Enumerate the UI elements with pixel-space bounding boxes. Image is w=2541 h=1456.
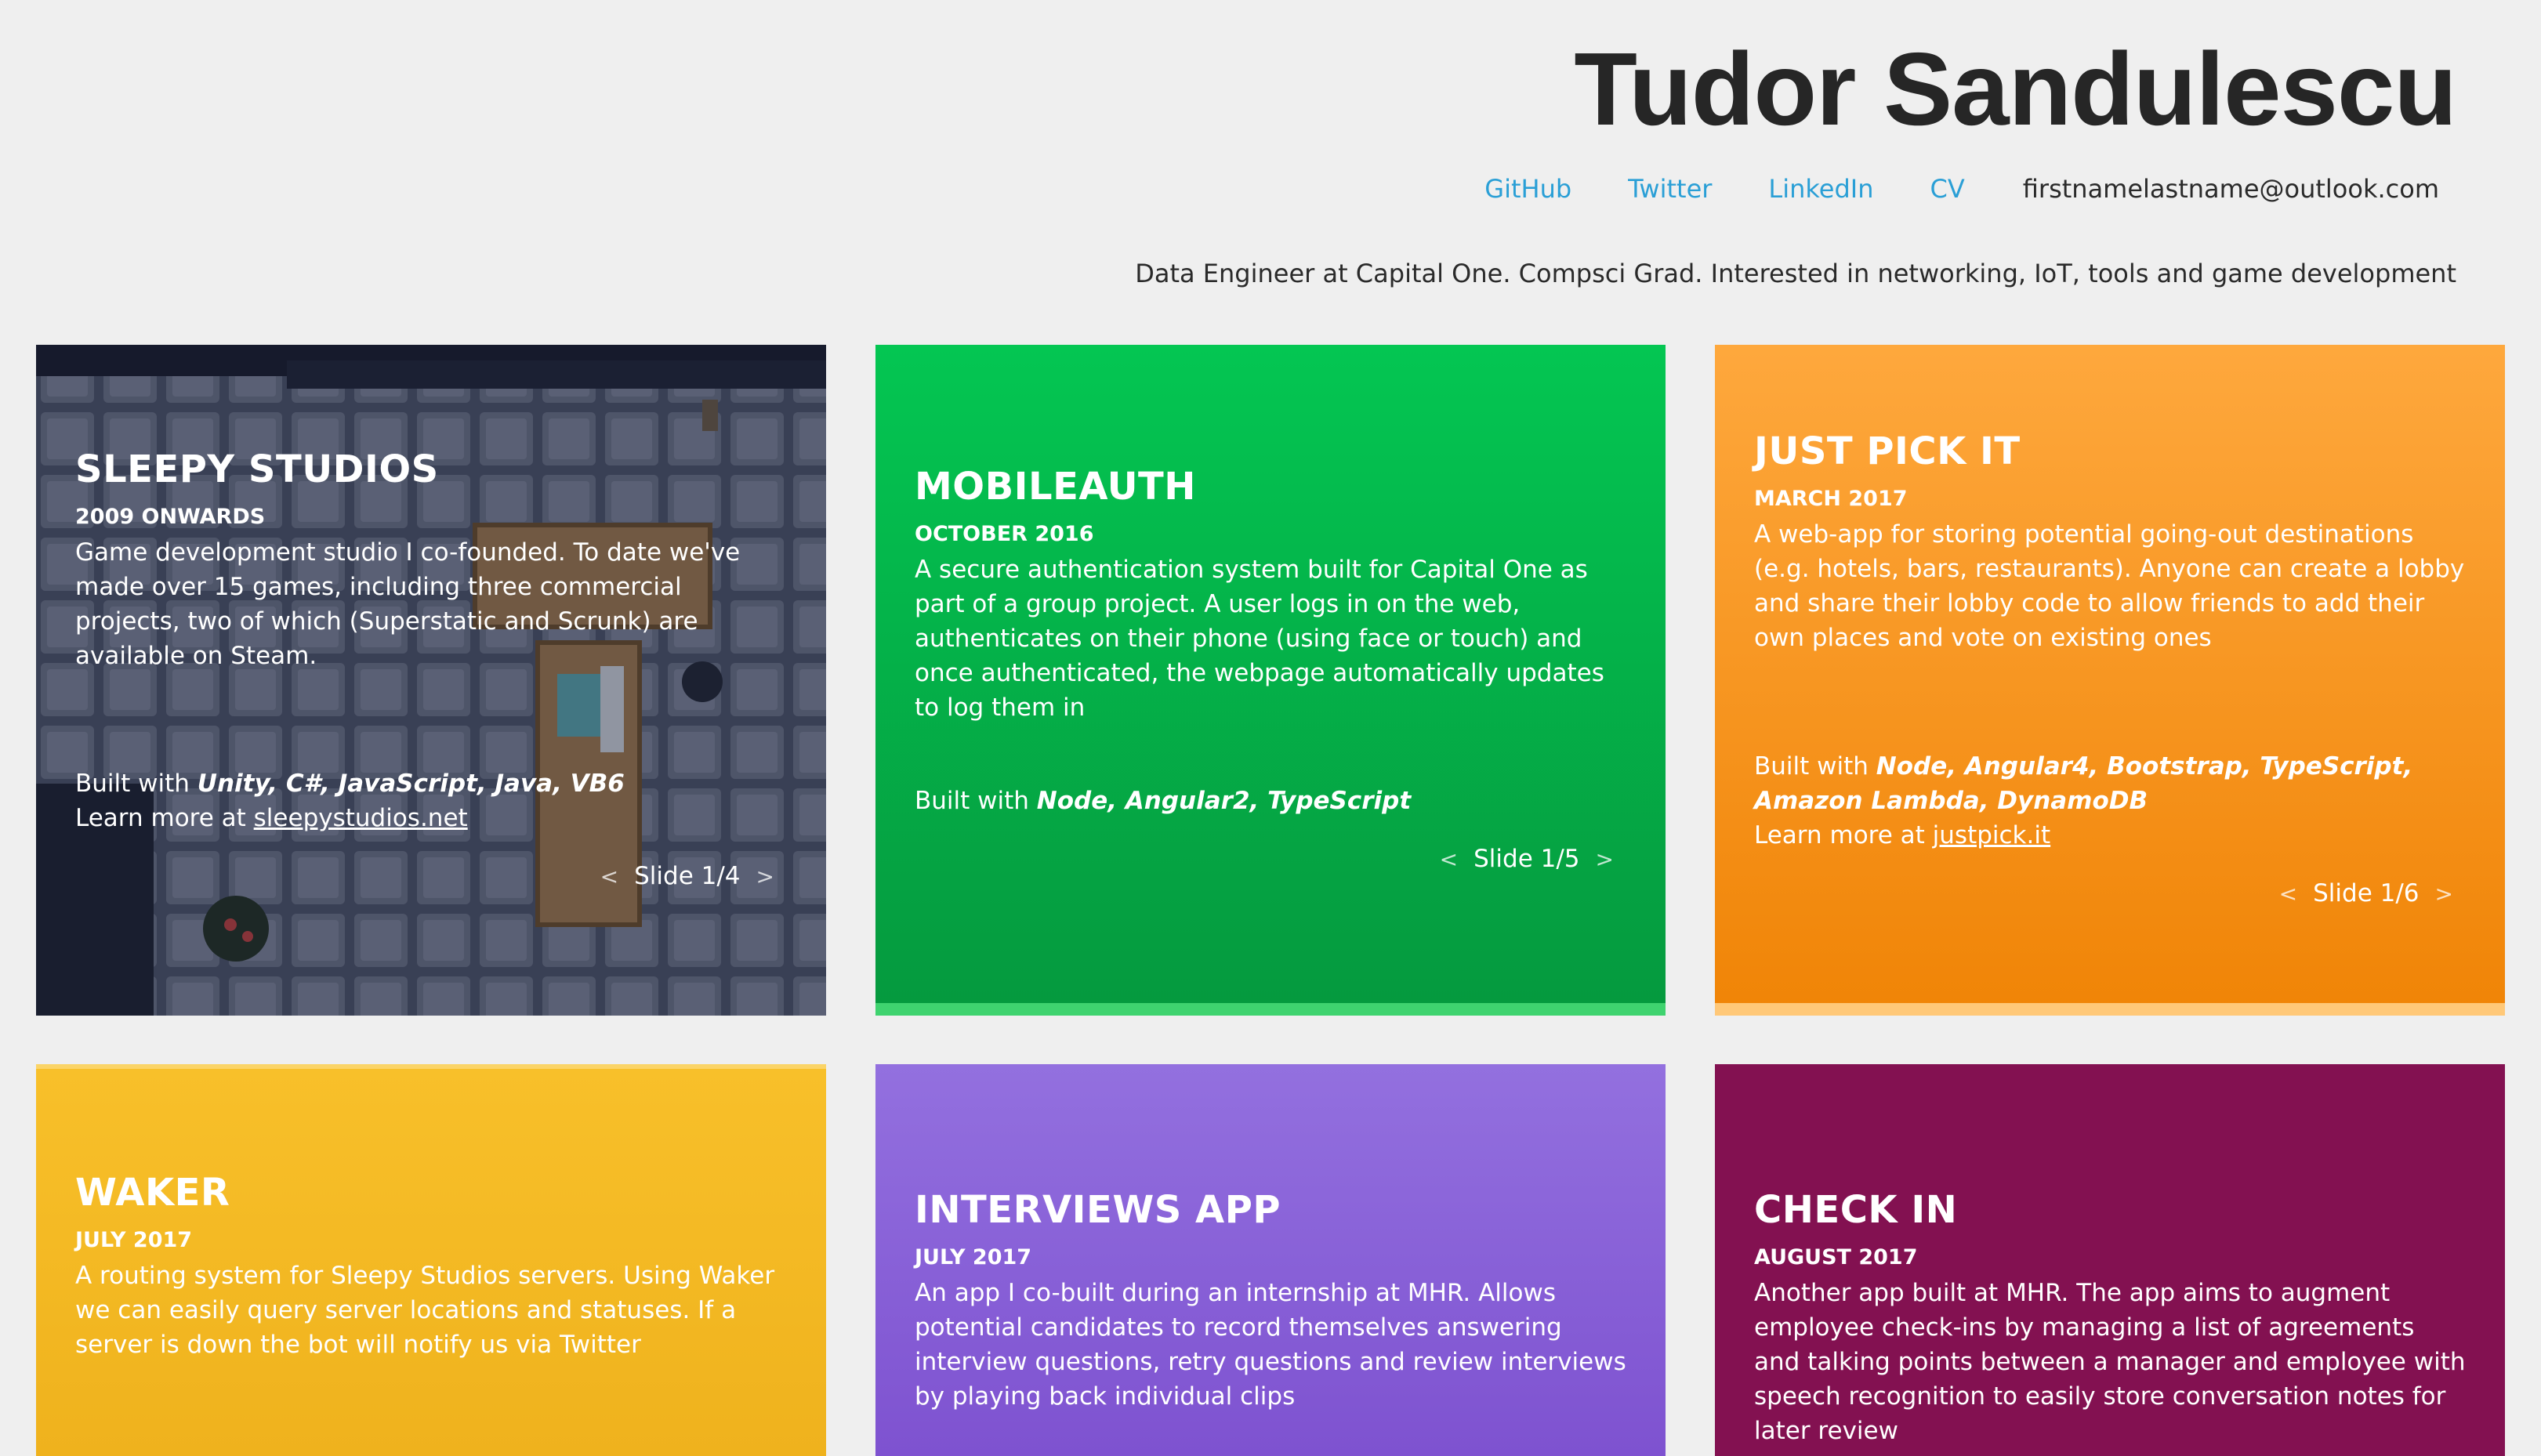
project-date: JULY 2017 [75, 1227, 193, 1252]
twitter-link[interactable]: Twitter [1628, 174, 1712, 204]
image-overlay [36, 345, 826, 1016]
project-card-just-pick-it[interactable]: JUST PICK IT MARCH 2017 A web-app for st… [1715, 345, 2505, 1016]
prev-slide-button[interactable]: < [600, 864, 618, 889]
card-accent-bar [1715, 1003, 2505, 1016]
github-link[interactable]: GitHub [1484, 174, 1571, 204]
project-title: CHECK IN [1754, 1188, 1958, 1232]
built-with-text: Built with Node, Angular2, TypeScript [915, 787, 1412, 815]
card-content: MOBILEAUTH OCTOBER 2016 A secure authent… [915, 466, 1626, 725]
project-title: JUST PICK IT [1754, 429, 2021, 473]
next-slide-button[interactable]: > [1596, 846, 1614, 872]
prev-slide-button[interactable]: < [2279, 881, 2297, 907]
project-date: OCTOBER 2016 [915, 521, 1094, 546]
built-with-text: Built with Unity, C#, JavaScript, Java, … [75, 770, 625, 798]
card-content: SLEEPY STUDIOS 2009 ONWARDS Game develop… [75, 449, 787, 673]
card-footer: Built with Node, Angular4, Bootstrap, Ty… [1754, 749, 2466, 853]
slide-indicator: < Slide 1/6 > [2279, 879, 2453, 907]
project-card-waker[interactable]: WAKER JULY 2017 A routing system for Sle… [36, 1064, 826, 1456]
social-links: GitHub Twitter LinkedIn CV firstnamelast… [1428, 174, 2439, 204]
tech-stack: Unity, C#, JavaScript, Java, VB6 [197, 770, 625, 798]
justpickit-link[interactable]: justpick.it [1933, 821, 2050, 849]
card-accent-bar [875, 1003, 1666, 1016]
card-accent-bar [36, 1064, 826, 1069]
slide-indicator: < Slide 1/4 > [600, 862, 774, 890]
project-description: Game development studio I co-founded. To… [75, 538, 741, 670]
cv-link[interactable]: CV [1930, 174, 1965, 204]
learn-more-text: Learn more at justpick.it [1754, 821, 2051, 849]
slide-counter: Slide 1/5 [1473, 845, 1580, 873]
learn-more-text: Learn more at sleepystudios.net [75, 804, 468, 832]
project-card-sleepy-studios[interactable]: SLEEPY STUDIOS 2009 ONWARDS Game develop… [36, 345, 826, 1016]
project-date: AUGUST 2017 [1754, 1244, 1918, 1269]
project-description: Another app built at MHR. The app aims t… [1754, 1278, 2466, 1445]
next-slide-button[interactable]: > [756, 864, 774, 889]
header: Tudor Sandulescu GitHub Twitter LinkedIn… [0, 0, 2541, 329]
card-content: WAKER JULY 2017 A routing system for Sle… [75, 1172, 787, 1362]
tagline: Data Engineer at Capital One. Compsci Gr… [1135, 259, 2456, 288]
card-footer: Built with Unity, C#, JavaScript, Java, … [75, 766, 787, 835]
project-card-check-in[interactable]: CHECK IN AUGUST 2017 Another app built a… [1715, 1064, 2505, 1456]
next-slide-button[interactable]: > [2435, 881, 2453, 907]
card-footer: Built with Node, Angular2, TypeScript [915, 784, 1626, 818]
slide-counter: Slide 1/6 [2313, 879, 2420, 907]
project-title: SLEEPY STUDIOS [75, 447, 439, 491]
project-date: JULY 2017 [915, 1244, 1032, 1269]
project-date: 2009 ONWARDS [75, 504, 266, 529]
built-with-text: Built with Node, Angular4, Bootstrap, Ty… [1754, 752, 2413, 815]
project-card-interviews-app[interactable]: INTERVIEWS APP JULY 2017 An app I co-bui… [875, 1064, 1666, 1456]
project-description: An app I co-built during an internship a… [915, 1278, 1626, 1411]
card-content: JUST PICK IT MARCH 2017 A web-app for st… [1754, 431, 2466, 655]
slide-indicator: < Slide 1/5 > [1440, 845, 1614, 873]
sleepystudios-link[interactable]: sleepystudios.net [254, 804, 468, 832]
slide-counter: Slide 1/4 [634, 862, 741, 890]
card-content: CHECK IN AUGUST 2017 Another app built a… [1754, 1190, 2466, 1448]
email-address: firstnamelastname@outlook.com [2022, 174, 2439, 204]
tech-stack: Node, Angular2, TypeScript [1036, 787, 1412, 815]
project-description: A web-app for storing potential going-ou… [1754, 520, 2465, 652]
project-description: A routing system for Sleepy Studios serv… [75, 1261, 775, 1359]
card-content: INTERVIEWS APP JULY 2017 An app I co-bui… [915, 1190, 1626, 1414]
linkedin-link[interactable]: LinkedIn [1768, 174, 1873, 204]
project-date: MARCH 2017 [1754, 486, 1908, 511]
project-title: WAKER [75, 1171, 230, 1215]
project-description: A secure authentication system built for… [915, 555, 1604, 722]
site-title: Tudor Sandulescu [1574, 31, 2457, 147]
project-title: MOBILEAUTH [915, 465, 1196, 509]
prev-slide-button[interactable]: < [1440, 846, 1458, 872]
project-card-mobileauth[interactable]: MOBILEAUTH OCTOBER 2016 A secure authent… [875, 345, 1666, 1016]
project-title: INTERVIEWS APP [915, 1188, 1281, 1232]
